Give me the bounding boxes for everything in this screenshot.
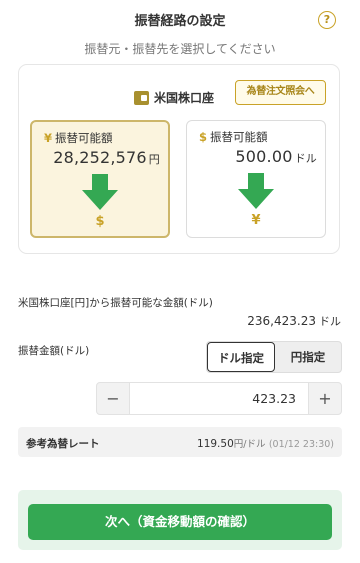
available-amount: 236,423.23 ドル xyxy=(247,314,341,328)
transfer-amount-label: 振替金額(ドル) xyxy=(18,345,90,357)
header: 振替経路の設定 ? xyxy=(0,0,360,34)
rate-row: 参考為替レート 119.50円/ドル (01/12 23:30) xyxy=(18,427,342,457)
toggle-dollar[interactable]: ドル指定 xyxy=(207,342,275,372)
fx-order-inquiry-button[interactable]: 為替注文照会へ xyxy=(235,80,326,105)
plus-button[interactable]: + xyxy=(309,383,341,414)
currency-toggle: ドル指定 円指定 xyxy=(206,341,342,373)
dollar-icon: $ xyxy=(95,214,105,229)
wallet-icon xyxy=(134,90,149,105)
amount-input[interactable]: 423.23 xyxy=(129,383,309,414)
rate-value: 119.50円/ドル (01/12 23:30) xyxy=(197,438,334,450)
arrow-down-icon xyxy=(238,173,274,209)
help-icon[interactable]: ? xyxy=(318,11,336,29)
minus-button[interactable]: − xyxy=(97,383,129,414)
dollar-icon: $ xyxy=(199,130,208,144)
yen-icon: ¥ xyxy=(251,213,261,228)
yen-icon: ¥ xyxy=(44,131,53,145)
available-label: 米国株口座[円]から振替可能な金額(ドル) xyxy=(18,297,213,309)
arrow-down-icon xyxy=(82,174,118,210)
source-label: ¥ 振替可能額 xyxy=(44,131,113,145)
source-amount: 28,252,576 円 xyxy=(53,148,160,167)
toggle-yen[interactable]: 円指定 xyxy=(275,342,341,372)
dest-label: $ 振替可能額 xyxy=(199,130,268,144)
amount-stepper: − 423.23 + xyxy=(96,382,342,415)
next-button[interactable]: 次へ（資金移動額の確認） xyxy=(28,504,332,540)
page-subtitle: 振替元・振替先を選択してください xyxy=(84,42,276,56)
footer: 次へ（資金移動額の確認） xyxy=(18,490,342,550)
rate-label: 参考為替レート xyxy=(26,438,100,450)
account-name: 米国株口座 xyxy=(154,91,215,105)
dest-box-usd[interactable]: $ 振替可能額 500.00 ドル ¥ xyxy=(186,120,326,238)
page-title: 振替経路の設定 xyxy=(134,14,226,29)
account-label: 米国株口座 xyxy=(134,89,214,106)
dest-amount: 500.00 ドル xyxy=(235,147,317,166)
source-box-yen[interactable]: ¥ 振替可能額 28,252,576 円 $ xyxy=(30,120,170,238)
